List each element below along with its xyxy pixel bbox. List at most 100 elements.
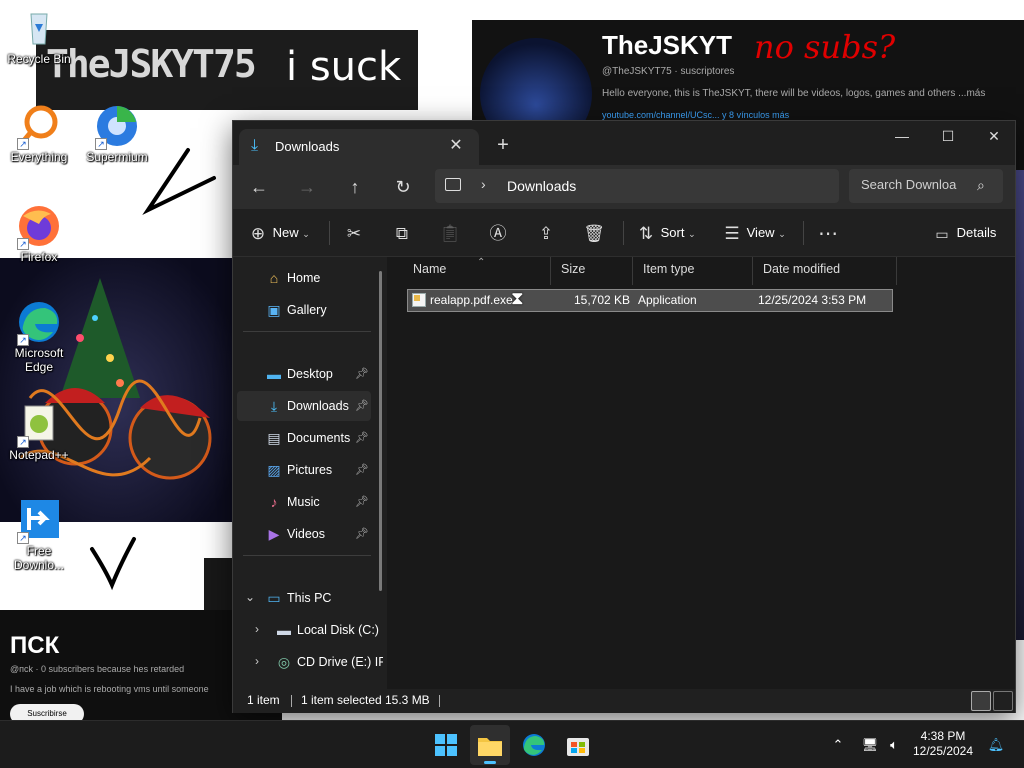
forward-button[interactable]: → [291,171,323,203]
copy-button[interactable]: ⧉ [391,217,413,249]
delete-button[interactable]: 🗑︎ [583,217,605,249]
status-selected: 1 item selected [301,693,382,707]
more-options-button[interactable]: ⋯ [817,217,839,249]
shortcut-arrow-icon: ↗ [17,436,29,448]
desktop-icon-label: Notepad++ [9,448,69,462]
desktop-icon-label: Free Downlo... [13,544,65,572]
desktop-icon-microsoft-edge[interactable]: ↗ Microsoft Edge [2,300,76,374]
tiles-view-toggle[interactable] [993,691,1013,711]
search-box[interactable]: ⌕ [849,169,1003,203]
drive-icon: ▬ [277,622,291,638]
maximize-button[interactable]: ☐ [925,121,971,153]
search-icon[interactable]: ⌕ [977,177,993,193]
pin-icon[interactable]: 📌︎ [355,463,369,476]
details-pane-icon: ▭ [935,225,949,242]
tab-downloads[interactable]: ⤓ Downloads ✕ [239,129,479,165]
computer-icon: ▭ [267,590,281,606]
nav-item-pictures[interactable]: ▨ Pictures 📌︎ [237,455,371,485]
notification-bell-icon[interactable]: 🔔︎ [986,735,1006,755]
column-header-name[interactable]: ⌃ Name [387,257,551,285]
desktop-icon-label: Recycle Bin [7,52,71,66]
refresh-button[interactable]: ↻ [387,171,419,203]
address-segment-downloads[interactable]: Downloads [507,178,576,194]
desktop-icon-recycle-bin[interactable]: Recycle Bin [2,6,76,66]
desktop-icon-supermium[interactable]: ↗ Supermium [80,104,154,164]
nav-item-cd-drive[interactable]: › ◎ CD Drive (E:) IF [247,647,383,677]
network-icon[interactable]: 🖥︎ [860,735,880,755]
nav-item-this-pc[interactable]: ⌄ ▭ This PC [237,583,371,613]
column-header-date[interactable]: Date modified [753,257,897,285]
copy-icon: ⧉ [395,223,409,243]
sort-button[interactable]: ⇅ Sort ⌄ [635,217,696,249]
share-button[interactable]: ⇪ [535,217,557,249]
nav-item-downloads[interactable]: ⤓ Downloads 📌︎ [237,391,371,421]
nav-item-local-disk[interactable]: › ▬ Local Disk (C:) [247,615,381,645]
new-tab-button[interactable]: + [491,133,515,157]
file-row-realapp[interactable]: realapp.pdf.exe 15,702 KB Application 12… [407,289,893,312]
up-button[interactable]: ↑ [339,171,371,203]
new-button[interactable]: ⊕ New ⌄ [247,217,310,249]
taskbar-file-explorer[interactable] [470,725,510,765]
pin-icon[interactable]: 📌︎ [355,399,369,412]
search-input[interactable] [861,177,965,192]
busy-cursor-icon: ⧗ [511,288,524,308]
column-header-label: Date modified [763,262,841,276]
back-button[interactable]: ← [243,171,275,203]
start-button[interactable] [426,725,466,765]
desktop-folder-icon: ▬ [267,366,281,382]
nav-item-music[interactable]: ♪ Music 📌︎ [237,487,371,517]
windows-logo-icon [435,734,457,756]
wallpaper-channel-name: TheJSKYT [602,30,733,60]
show-hidden-icons-chevron-icon[interactable]: ⌃ [828,735,848,755]
tab-close-button[interactable]: ✕ [445,135,467,157]
chevron-down-icon[interactable]: ⌄ [245,590,255,604]
column-header-size[interactable]: Size [551,257,633,285]
divider [291,695,292,707]
nav-item-gallery[interactable]: ▣ Gallery [237,295,371,325]
nav-item-documents[interactable]: ▤ Documents 📌︎ [237,423,371,453]
minimize-button[interactable]: — [879,121,925,153]
cut-button[interactable]: ✂ [343,217,365,249]
taskbar-microsoft-store[interactable] [558,725,598,765]
wallpaper-banner: TheJSKYT75 i suck [36,30,418,110]
close-window-button[interactable]: ✕ [971,121,1017,153]
pin-icon[interactable]: 📌︎ [355,431,369,444]
details-pane-button[interactable]: ▭ Details [931,217,996,249]
desktop-icon-firefox[interactable]: ↗ Firefox [2,204,76,264]
rename-button[interactable]: Ⓐ [487,217,509,249]
wallpaper-christmas-photo [0,258,232,522]
pin-icon[interactable]: 📌︎ [355,367,369,380]
nav-item-desktop[interactable]: ▬ Desktop 📌︎ [237,359,371,389]
desktop-icon-notepad-plus-plus[interactable]: ↗ Notepad++ [2,402,76,462]
details-view-toggle[interactable] [971,691,991,711]
taskbar-clock[interactable]: 4:38 PM 12/25/2024 [906,729,980,759]
view-button[interactable]: ☰ View ⌄ [721,217,785,249]
status-item-count: 1 item [247,693,280,707]
pin-icon[interactable]: 📌︎ [355,527,369,540]
address-bar[interactable]: › Downloads [435,169,839,203]
chevron-right-icon[interactable]: › [481,176,486,192]
nav-pane-scrollbar[interactable] [379,271,382,591]
file-list[interactable]: ⌃ Name Size Item type Date modified real… [387,257,1015,689]
desktop-icon-free-download-manager[interactable]: ↗ Free Downlo... [2,498,76,572]
column-header-type[interactable]: Item type [633,257,753,285]
chevron-right-icon[interactable]: › [255,654,259,668]
trash-icon: 🗑︎ [583,223,605,243]
chevron-down-icon: ⌄ [302,229,310,239]
taskbar-edge[interactable] [514,725,554,765]
file-explorer-window[interactable]: ⤓ Downloads ✕ + — ☐ ✕ ← → ↑ ↻ › Download… [232,120,1016,713]
title-bar[interactable]: ⤓ Downloads ✕ + — ☐ ✕ [233,121,1015,165]
download-arrow-icon: ⤓ [251,137,259,154]
desktop-icon-everything[interactable]: ↗ Everything [2,104,76,164]
paste-button[interactable]: 📋︎ [439,217,461,249]
nav-item-home[interactable]: ⌂ Home [237,263,371,293]
plus-circle-icon: ⊕ [250,223,266,243]
nav-item-label: CD Drive (E:) IF [297,655,383,669]
volume-icon[interactable]: 🔈︎ [884,735,904,755]
nav-item-label: Pictures [287,463,333,477]
divider [243,555,371,556]
nav-item-videos[interactable]: ▶ Videos 📌︎ [237,519,371,549]
wallpaper-channel-desc: Hello everyone, this is TheJSKYT, there … [602,88,986,99]
chevron-right-icon[interactable]: › [255,622,259,636]
pin-icon[interactable]: 📌︎ [355,495,369,508]
